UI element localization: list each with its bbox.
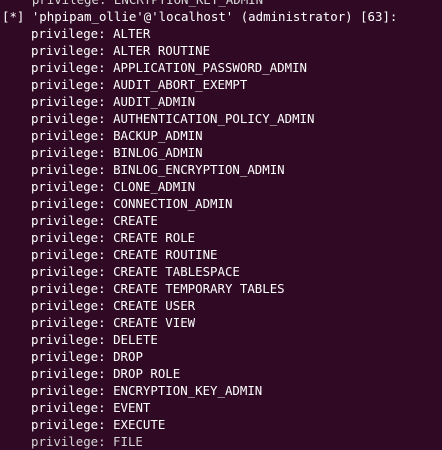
privilege-line: privilege: DROP	[0, 348, 442, 365]
privilege-label: privilege:	[31, 111, 114, 126]
privilege-value: DELETE	[113, 332, 158, 347]
privilege-line: privilege: CREATE VIEW	[0, 314, 442, 331]
privilege-value: CREATE	[113, 213, 158, 228]
privilege-label: privilege:	[31, 298, 114, 313]
privilege-label: privilege:	[31, 162, 114, 177]
privilege-value: AUTHENTICATION_POLICY_ADMIN	[113, 111, 315, 126]
privilege-line: privilege: BINLOG_ENCRYPTION_ADMIN	[0, 161, 442, 178]
privilege-label: privilege:	[31, 94, 114, 109]
privilege-label: privilege:	[31, 179, 114, 194]
privilege-line: privilege: CREATE ROUTINE	[0, 246, 442, 263]
privilege-value: AUDIT_ABORT_EXEMPT	[113, 77, 248, 92]
privilege-line: privilege: BACKUP_ADMIN	[0, 127, 442, 144]
privilege-value: CREATE TABLESPACE	[113, 264, 240, 279]
privilege-value: EVENT	[113, 400, 151, 415]
privilege-line: privilege: DELETE	[0, 331, 442, 348]
privilege-line: privilege: AUDIT_ADMIN	[0, 93, 442, 110]
privilege-value: DROP	[113, 349, 143, 364]
privilege-line: privilege: ALTER ROUTINE	[0, 42, 442, 59]
privilege-label: privilege:	[31, 145, 114, 160]
privilege-value: CREATE ROLE	[113, 230, 196, 245]
privilege-line: privilege: AUTHENTICATION_POLICY_ADMIN	[0, 110, 442, 127]
partial-bottom-line: privilege: FILE	[31, 434, 143, 449]
privilege-label: privilege:	[31, 315, 114, 330]
privilege-value: CREATE ROUTINE	[113, 247, 218, 262]
privilege-value: CLONE_ADMIN	[113, 179, 196, 194]
privilege-line: privilege: BINLOG_ADMIN	[0, 144, 442, 161]
privilege-value: APPLICATION_PASSWORD_ADMIN	[113, 60, 308, 75]
privilege-label: privilege:	[31, 128, 114, 143]
privilege-label: privilege:	[31, 383, 114, 398]
privilege-list: privilege: ALTER privilege: ALTER ROUTINE…	[0, 25, 442, 433]
privilege-line: privilege: CREATE TABLESPACE	[0, 263, 442, 280]
privilege-value: CONNECTION_ADMIN	[113, 196, 233, 211]
privilege-label: privilege:	[31, 77, 114, 92]
privilege-line: privilege: ALTER	[0, 25, 442, 42]
privilege-value: ALTER	[113, 26, 151, 41]
privilege-value: CREATE VIEW	[113, 315, 196, 330]
privilege-label: privilege:	[31, 400, 114, 415]
privilege-line: privilege: ENCRYPTION_KEY_ADMIN	[0, 382, 442, 399]
privilege-label: privilege:	[31, 247, 114, 262]
privilege-line: privilege: CREATE TEMPORARY TABLES	[0, 280, 442, 297]
account-header-line: [*] 'phpipam_ollie'@'localhost' (adminis…	[2, 9, 398, 24]
privilege-label: privilege:	[31, 417, 114, 432]
partial-top-line: privilege: ENCRYPTION_KEY_ADMIN	[0, 0, 442, 8]
privilege-label: privilege:	[31, 332, 114, 347]
privilege-value: CREATE TEMPORARY TABLES	[113, 281, 285, 296]
privilege-value: BINLOG_ADMIN	[113, 145, 203, 160]
privilege-line: privilege: CREATE USER	[0, 297, 442, 314]
privilege-value: AUDIT_ADMIN	[113, 94, 196, 109]
privilege-label: privilege:	[31, 281, 114, 296]
privilege-value: DROP ROLE	[113, 366, 181, 381]
privilege-line: privilege: CONNECTION_ADMIN	[0, 195, 442, 212]
privilege-label: privilege:	[31, 230, 114, 245]
privilege-label: privilege:	[31, 213, 114, 228]
privilege-label: privilege:	[31, 26, 114, 41]
privilege-line: privilege: EXECUTE	[0, 416, 442, 433]
privilege-line: privilege: CREATE	[0, 212, 442, 229]
privilege-label: privilege:	[31, 349, 114, 364]
privilege-value: BACKUP_ADMIN	[113, 128, 203, 143]
privilege-line: privilege: CREATE ROLE	[0, 229, 442, 246]
privilege-line: privilege: AUDIT_ABORT_EXEMPT	[0, 76, 442, 93]
privilege-value: CREATE USER	[113, 298, 196, 313]
terminal-output: privilege: ENCRYPTION_KEY_ADMIN [*] 'php…	[0, 0, 442, 449]
privilege-value: BINLOG_ENCRYPTION_ADMIN	[113, 162, 285, 177]
privilege-value: ALTER ROUTINE	[113, 43, 211, 58]
terminal-window: { "terminal": { "partial_top_line": " pr…	[0, 0, 442, 449]
privilege-line: privilege: CLONE_ADMIN	[0, 178, 442, 195]
privilege-label: privilege:	[31, 43, 114, 58]
privilege-label: privilege:	[31, 60, 114, 75]
privilege-label: privilege:	[31, 264, 114, 279]
privilege-value: EXECUTE	[113, 417, 166, 432]
privilege-line: privilege: APPLICATION_PASSWORD_ADMIN	[0, 59, 442, 76]
privilege-label: privilege:	[31, 366, 114, 381]
privilege-line: privilege: DROP ROLE	[0, 365, 442, 382]
privilege-line: privilege: EVENT	[0, 399, 442, 416]
privilege-value: ENCRYPTION_KEY_ADMIN	[113, 383, 263, 398]
privilege-label: privilege:	[31, 196, 114, 211]
